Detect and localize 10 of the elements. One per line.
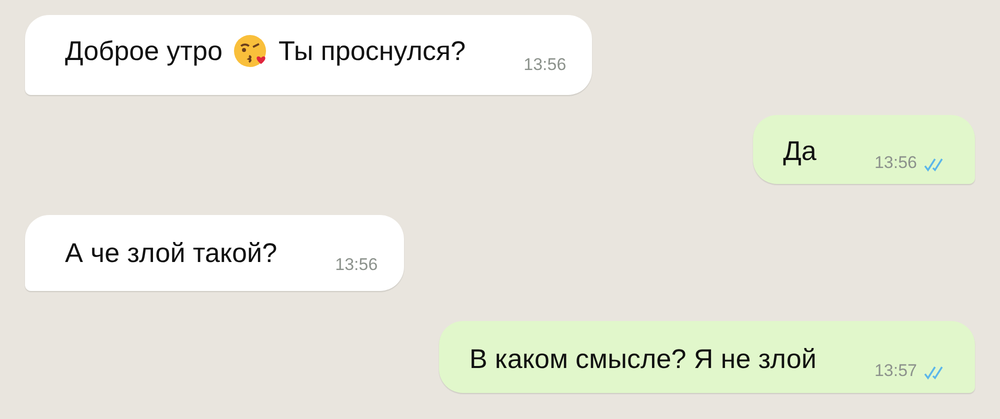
message-time: 13:56 xyxy=(335,255,378,275)
message-text: А че злой такой? xyxy=(65,237,278,269)
message-time: 13:56 xyxy=(874,153,917,173)
message-text: Доброе утро xyxy=(65,35,223,67)
kiss-emoji-icon xyxy=(232,33,269,69)
message-text: Да xyxy=(783,135,816,167)
message-time: 13:57 xyxy=(874,361,917,381)
message-text: Ты проснулся? xyxy=(278,35,466,67)
message-time: 13:56 xyxy=(524,55,566,75)
message-text: В каком смысле? Я не злой xyxy=(469,343,816,375)
